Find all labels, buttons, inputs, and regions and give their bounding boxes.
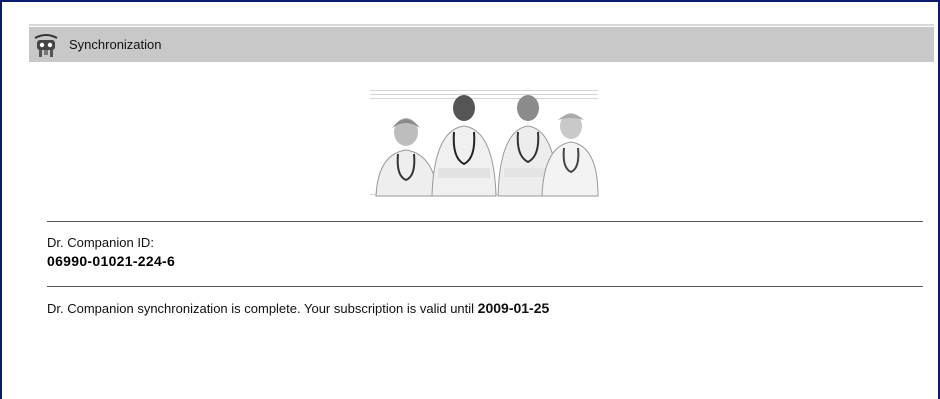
subscription-end-date: 2009-01-25 [477,300,550,316]
separator-1 [47,221,923,222]
window-frame: Synchronization Dr. Companion ID: 06990-… [0,0,940,399]
companion-id-label: Dr. Companion ID: [47,235,154,250]
companion-robot-icon [34,33,58,57]
doctors-group-illustration [368,88,600,198]
status-text: Dr. Companion synchronization is complet… [47,301,478,316]
window-title: Synchronization [69,37,162,52]
title-bar: Synchronization [29,27,934,62]
separator-2 [47,286,923,287]
top-divider [29,24,934,26]
sync-status-message: Dr. Companion synchronization is complet… [47,300,549,316]
companion-id-value: 06990-01021-224-6 [47,253,176,269]
